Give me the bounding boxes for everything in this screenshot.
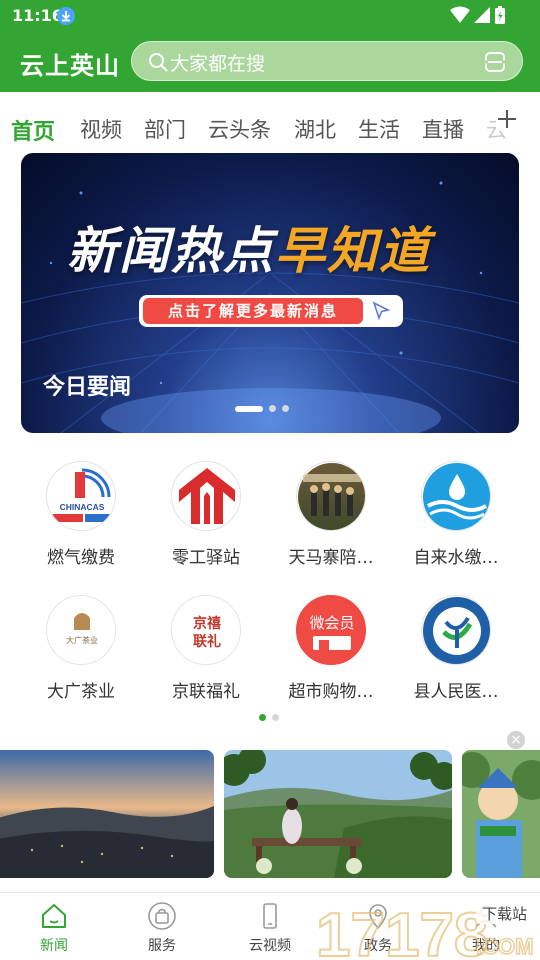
watermark-suffix: .COM — [476, 934, 533, 959]
gas-logo-text: CHINACAS — [60, 502, 105, 512]
site-watermark: 17178 下载站 .COM — [316, 900, 536, 960]
tab-life[interactable]: 生活 — [358, 114, 400, 144]
jinglian-logo-icon: 京禧 联礼 — [171, 595, 241, 665]
water-logo-icon — [421, 461, 491, 531]
channel-tabs: 首页 视频 部门 云头条 湖北 生活 直播 云 — [0, 108, 540, 150]
banner-pill-text: 点击了解更多最新消息 — [143, 298, 363, 324]
app-header: 云上英山 大家都在搜 — [0, 32, 540, 92]
services-dot — [272, 714, 279, 721]
banner-pagination — [235, 405, 289, 412]
banner-dot — [282, 405, 289, 412]
tab-cloud-headlines[interactable]: 云头条 — [208, 114, 271, 144]
service-label: 天马寨陪… — [288, 548, 374, 568]
service-label: 自来水缴… — [413, 548, 499, 568]
wifi-icon — [450, 6, 470, 23]
gig-station-logo-icon — [171, 461, 241, 531]
nav-cloud-video[interactable]: 云视频 — [220, 901, 320, 955]
service-label: 燃气缴费 — [47, 548, 115, 568]
banner-dot — [269, 405, 276, 412]
supermarket-logo-icon: 微会员 — [296, 595, 366, 665]
cursor-icon — [372, 301, 391, 321]
tab-department[interactable]: 部门 — [144, 114, 186, 144]
news-banner[interactable]: 新闻热点早知道 点击了解更多最新消息 今日要闻 — [21, 153, 519, 433]
photo-card-bench[interactable] — [224, 750, 452, 878]
close-icon[interactable]: × — [507, 731, 525, 749]
app-title: 云上英山 — [20, 52, 120, 80]
service-bag-icon — [148, 902, 176, 930]
battery-icon — [495, 6, 505, 24]
service-jinglian-gifts[interactable]: 京禧 联礼 京联福礼 — [146, 595, 266, 702]
supermarket-logo-text: 微会员 — [309, 614, 354, 632]
tab-hubei[interactable]: 湖北 — [294, 114, 336, 144]
nav-service[interactable]: 服务 — [112, 901, 212, 955]
photo-card-city[interactable] — [0, 750, 214, 878]
service-gas-payment[interactable]: CHINACAS 燃气缴费 — [21, 461, 141, 568]
service-water-payment[interactable]: 自来水缴… — [396, 461, 516, 568]
service-label: 大广茶业 — [47, 682, 115, 702]
search-icon — [149, 53, 168, 72]
service-label: 零工驿站 — [172, 548, 240, 568]
service-label: 京联福礼 — [172, 682, 240, 702]
search-bar[interactable]: 大家都在搜 — [131, 41, 523, 81]
svg-text:联礼: 联礼 — [193, 633, 221, 650]
banner-headline-white: 新闻热点 — [67, 222, 275, 280]
phone-icon — [263, 903, 277, 929]
home-icon — [42, 904, 66, 928]
tab-live[interactable]: 直播 — [422, 114, 464, 144]
signal-icon — [474, 7, 490, 23]
service-supermarket[interactable]: 微会员 超市购物… — [271, 595, 391, 702]
status-bar: 11:16 — [0, 0, 540, 32]
tab-home[interactable]: 首页 — [11, 114, 55, 146]
watermark-text: 17178 — [316, 901, 488, 960]
service-label: 县人民医… — [413, 682, 499, 702]
banner-headline-orange: 早知道 — [275, 222, 431, 280]
banner-headline: 新闻热点早知道 — [67, 211, 431, 283]
daguang-tea-logo-icon: 大广茶业 — [46, 595, 116, 665]
hospital-logo-icon — [421, 595, 491, 665]
service-gig-station[interactable]: 零工驿站 — [146, 461, 266, 568]
system-icons — [450, 6, 506, 24]
photo-card-mascot[interactable] — [462, 750, 540, 878]
services-dot-active — [259, 714, 266, 721]
tab-video[interactable]: 视频 — [80, 114, 122, 144]
search-placeholder: 大家都在搜 — [170, 53, 266, 75]
jinglian-logo-text: 京禧 — [193, 615, 221, 632]
scan-icon[interactable] — [484, 52, 506, 72]
service-label: 超市购物… — [288, 682, 374, 702]
banner-dot-active — [235, 405, 263, 412]
nav-news[interactable]: 新闻 — [4, 901, 104, 955]
service-tianmazhai[interactable]: 天马寨陪… — [271, 461, 391, 568]
daguang-tea-logo-text: 大广茶业 — [66, 635, 98, 645]
nav-label: 服务 — [148, 938, 176, 954]
download-icon — [57, 7, 75, 25]
watermark-subtext: 下载站 — [482, 905, 527, 923]
nav-label: 新闻 — [40, 938, 68, 954]
services-pagination — [259, 714, 279, 721]
service-daguang-tea[interactable]: 大广茶业 大广茶业 — [21, 595, 141, 702]
add-channel-icon[interactable] — [496, 108, 518, 130]
banner-caption: 今日要闻 — [43, 375, 132, 400]
gas-logo-icon: CHINACAS — [46, 461, 116, 531]
nav-label: 云视频 — [249, 938, 291, 954]
service-county-hospital[interactable]: 县人民医… — [396, 595, 516, 702]
banner-more-button[interactable]: 点击了解更多最新消息 — [139, 295, 403, 327]
tianmazhai-logo-icon — [296, 461, 366, 531]
